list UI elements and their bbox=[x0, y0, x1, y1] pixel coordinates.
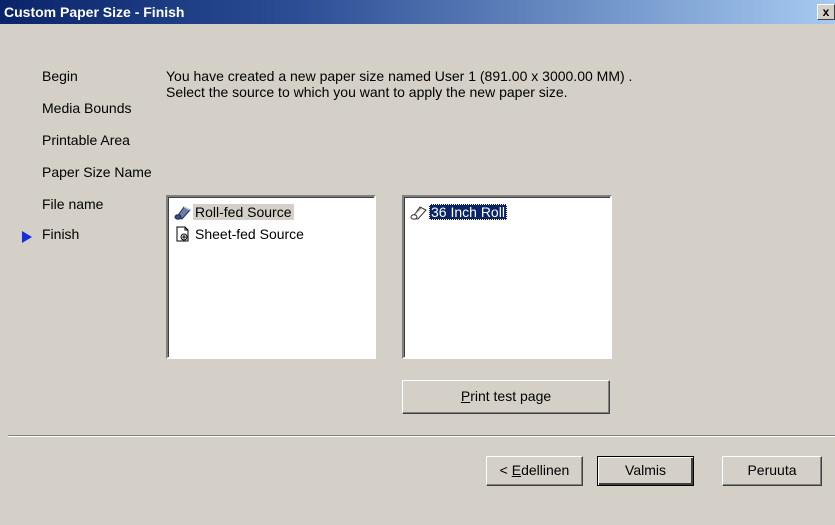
close-icon: x bbox=[822, 5, 830, 19]
window-title: Custom Paper Size - Finish bbox=[4, 4, 185, 20]
divider bbox=[8, 435, 835, 437]
description-text: You have created a new paper size named … bbox=[166, 68, 633, 100]
back-mnemonic: E bbox=[511, 462, 522, 478]
roll-label: 36 Inch Roll bbox=[429, 204, 507, 220]
source-item-roll-fed[interactable]: Roll-fed Source bbox=[174, 203, 294, 221]
back-label-rest: dellinen bbox=[521, 462, 570, 478]
print-test-page-button[interactable]: Print test page bbox=[402, 380, 610, 414]
roll-listbox[interactable]: 36 Inch Roll bbox=[402, 195, 612, 359]
current-step-arrow-icon bbox=[22, 231, 32, 243]
sheet-icon bbox=[174, 226, 192, 242]
finish-button[interactable]: Valmis bbox=[597, 456, 694, 486]
step-paper-size-name: Paper Size Name bbox=[42, 164, 152, 180]
close-button[interactable]: x bbox=[817, 4, 835, 20]
back-prefix: < bbox=[499, 462, 512, 478]
roll-outline-icon bbox=[410, 204, 428, 220]
source-item-sheet-fed[interactable]: Sheet-fed Source bbox=[174, 225, 306, 243]
step-finish: Finish bbox=[42, 226, 80, 242]
custom-paper-size-dialog: Custom Paper Size - Finish x Begin Media… bbox=[0, 0, 835, 525]
back-button[interactable]: < Edellinen bbox=[486, 456, 583, 486]
step-media-bounds: Media Bounds bbox=[42, 100, 132, 116]
cancel-button[interactable]: Peruuta bbox=[722, 456, 822, 486]
step-file-name: File name bbox=[42, 196, 104, 212]
source-label: Roll-fed Source bbox=[193, 204, 294, 220]
roll-icon bbox=[174, 204, 192, 220]
roll-item-36-inch[interactable]: 36 Inch Roll bbox=[410, 203, 507, 221]
step-printable-area: Printable Area bbox=[42, 132, 130, 148]
print-label-rest: rint test page bbox=[470, 388, 552, 404]
source-listbox[interactable]: Roll-fed Source Sheet-fed Source bbox=[166, 195, 376, 359]
print-mnemonic: P bbox=[460, 388, 471, 404]
step-begin: Begin bbox=[42, 68, 78, 84]
source-label: Sheet-fed Source bbox=[195, 226, 304, 242]
title-bar[interactable]: Custom Paper Size - Finish x bbox=[0, 0, 835, 24]
